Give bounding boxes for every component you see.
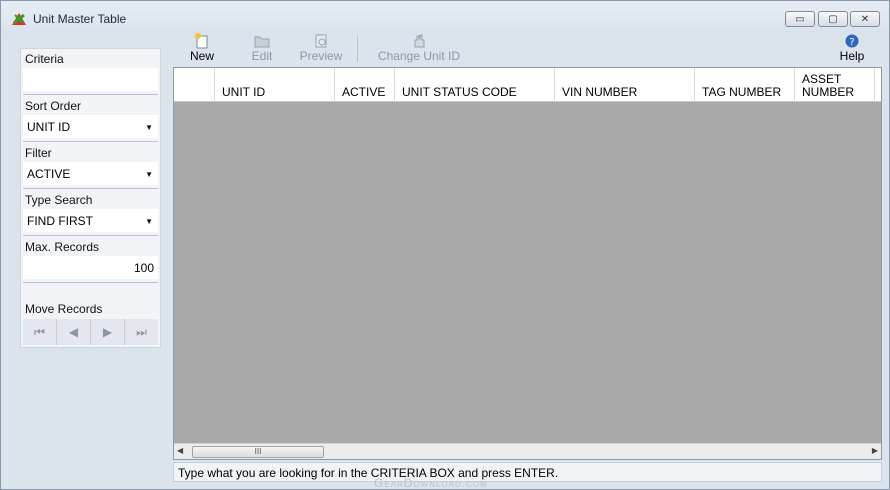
app-logo-icon [12,13,26,25]
scroll-right-icon[interactable]: ▶ [872,446,878,455]
help-button[interactable]: ? Help [837,33,867,65]
window-title: Unit Master Table [33,12,127,26]
filter-select[interactable]: ACTIVE ▼ [23,162,158,185]
filter-value: ACTIVE [27,167,71,181]
record-navigator: ⏮ ◀ ▶ ⏭ [23,319,158,345]
status-bar: Type what you are looking for in the CRI… [173,462,882,482]
column-header-vin-number[interactable]: VIN NUMBER [555,68,695,102]
hand-icon [414,34,425,48]
first-record-icon[interactable]: ⏮ [23,319,57,345]
dropdown-arrow-icon: ▼ [145,123,153,132]
next-record-icon[interactable]: ▶ [91,319,125,345]
svg-text:?: ? [849,37,854,48]
change-unit-id-button[interactable]: Change Unit ID [375,33,463,65]
dropdown-arrow-icon: ▼ [145,217,153,226]
criteria-label: Criteria [25,52,64,66]
new-button[interactable]: New [187,33,217,65]
scroll-left-icon[interactable]: ◀ [177,446,183,455]
help-label: Help [839,49,865,63]
type-search-select[interactable]: FIND FIRST ▼ [23,209,158,232]
scroll-thumb[interactable]: III [192,446,324,458]
horizontal-scrollbar[interactable]: ◀ III ▶ [174,443,881,459]
maximize-button[interactable]: ▢ [818,11,848,27]
preview-label: Preview [299,49,343,63]
max-records-label: Max. Records [25,240,100,254]
change-unit-id-label: Change Unit ID [377,49,461,63]
close-button[interactable]: ✕ [850,11,880,27]
watermark: GearDownload.com [374,476,488,490]
last-record-icon[interactable]: ⏭ [125,319,158,345]
type-search-value: FIND FIRST [27,214,93,228]
sort-order-value: UNIT ID [27,120,71,134]
edit-button[interactable]: Edit [247,33,277,65]
move-records-label: Move Records [25,302,103,316]
folder-icon [254,36,270,48]
column-header-tag-number[interactable]: TAG NUMBER [695,68,795,102]
divider [23,188,158,189]
new-document-icon [195,33,208,49]
toolbar-separator [357,36,358,62]
grid-header: UNIT ID ACTIVE UNIT STATUS CODE VIN NUMB… [174,68,881,102]
search-panel: Criteria Sort Order UNIT ID ▼ Filter ACT… [20,48,161,348]
row-selector-header[interactable] [174,68,215,102]
preview-button[interactable]: Preview [297,33,345,65]
help-icon: ? [845,34,859,48]
column-header-active[interactable]: ACTIVE [335,68,395,102]
preview-icon [315,34,327,48]
minimize-button[interactable]: ▭ [785,11,815,27]
previous-record-icon[interactable]: ◀ [57,319,91,345]
divider [23,141,158,142]
dropdown-arrow-icon: ▼ [145,170,153,179]
divider [23,94,158,95]
filter-label: Filter [25,146,52,160]
divider [23,235,158,236]
edit-label: Edit [251,49,273,63]
criteria-input[interactable] [23,68,158,91]
column-header-asset-number[interactable]: ASSET NUMBER [795,68,875,102]
column-header-unit-id[interactable]: UNIT ID [215,68,335,102]
app-window: Unit Master Table ▭ ▢ ✕ Criteria Sort Or… [0,0,890,490]
max-records-input[interactable]: 100 [23,256,158,279]
unit-grid[interactable]: UNIT ID ACTIVE UNIT STATUS CODE VIN NUMB… [173,67,882,460]
new-label: New [189,49,214,63]
type-search-label: Type Search [25,193,93,207]
sort-order-select[interactable]: UNIT ID ▼ [23,115,158,138]
column-header-unit-status-code[interactable]: UNIT STATUS CODE [395,68,555,102]
sort-order-label: Sort Order [25,99,82,113]
divider [23,282,158,283]
title-bar[interactable]: Unit Master Table ▭ ▢ ✕ [1,1,889,35]
